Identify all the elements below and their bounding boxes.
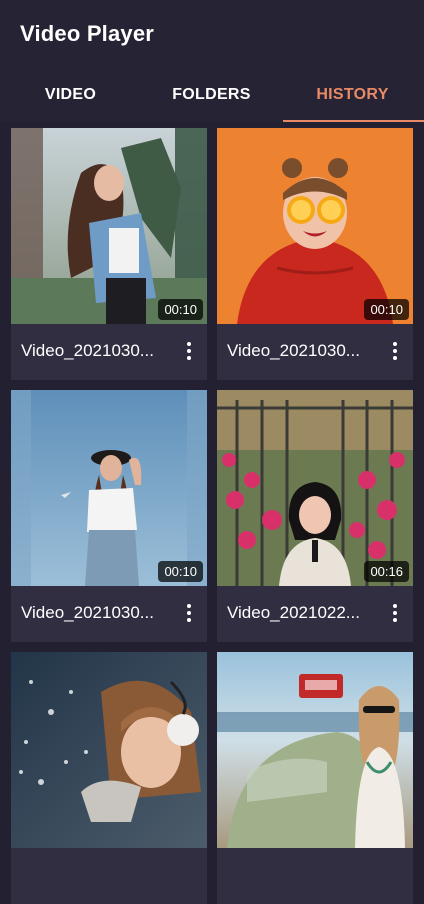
card-footer: Video_2021030... [11, 586, 207, 642]
more-vertical-icon[interactable] [385, 338, 405, 364]
video-thumbnail[interactable]: 00:10 [217, 128, 413, 324]
app-title: Video Player [20, 21, 155, 46]
card-footer: Video_2021030... [217, 324, 413, 380]
video-card[interactable] [217, 652, 413, 904]
video-thumbnail[interactable] [11, 652, 207, 848]
duration-badge: 00:10 [158, 299, 203, 320]
duration-badge: 00:10 [364, 299, 409, 320]
video-card[interactable]: 00:16 Video_2021022... [217, 390, 413, 642]
video-title[interactable]: Video_2021030... [21, 602, 169, 624]
video-card[interactable]: 00:10 Video_2021030... [11, 128, 207, 380]
video-title[interactable]: Video_2021022... [227, 602, 375, 624]
duration-badge: 00:16 [364, 561, 409, 582]
app-header: Video Player [0, 0, 424, 68]
video-thumbnail[interactable] [217, 652, 413, 848]
video-thumbnail[interactable]: 00:10 [11, 390, 207, 586]
video-grid[interactable]: 00:10 Video_2021030... 00:10 Video_20210… [0, 122, 424, 904]
card-footer: Video_2021030... [11, 324, 207, 380]
tab-bar: VIDEO FOLDERS HISTORY [0, 68, 424, 123]
video-card[interactable]: 00:10 Video_2021030... [217, 128, 413, 380]
video-card[interactable]: 00:10 Video_2021030... [11, 390, 207, 642]
video-card[interactable] [11, 652, 207, 904]
video-thumbnail[interactable]: 00:10 [11, 128, 207, 324]
duration-badge: 00:10 [158, 561, 203, 582]
tab-history[interactable]: HISTORY [282, 68, 423, 122]
video-thumbnail[interactable]: 00:16 [217, 390, 413, 586]
tab-folders[interactable]: FOLDERS [141, 68, 282, 122]
tab-video[interactable]: VIDEO [0, 68, 141, 122]
more-vertical-icon[interactable] [385, 600, 405, 626]
card-footer: Video_2021022... [217, 586, 413, 642]
video-title[interactable]: Video_2021030... [21, 340, 169, 362]
more-vertical-icon[interactable] [179, 338, 199, 364]
video-title[interactable]: Video_2021030... [227, 340, 375, 362]
more-vertical-icon[interactable] [179, 600, 199, 626]
